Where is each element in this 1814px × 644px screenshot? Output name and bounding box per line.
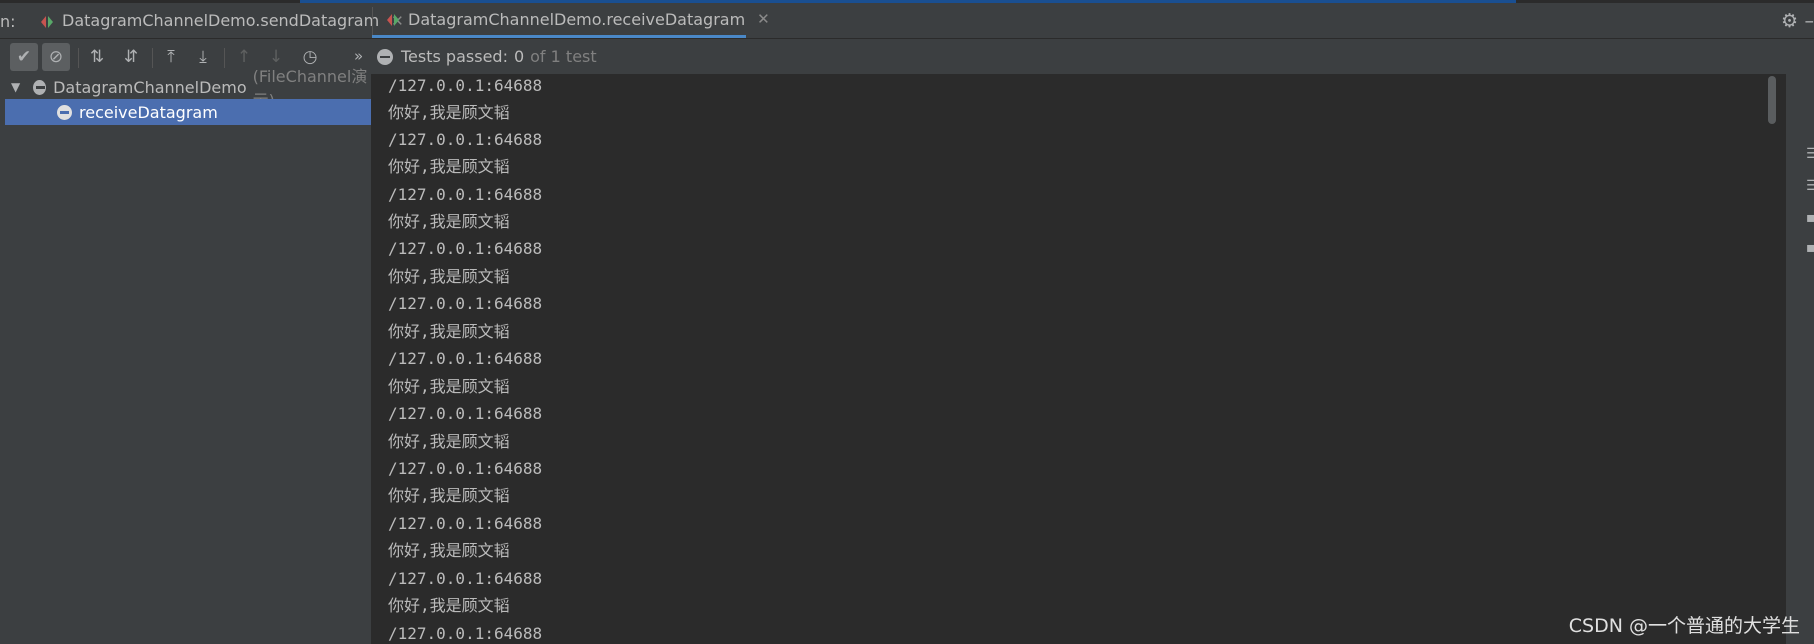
collapse-all-icon[interactable]: ⤓ [189, 43, 217, 71]
soft-wrap-icon[interactable]: ☰ [1806, 146, 1814, 162]
console-line: /127.0.0.1:64688 [388, 76, 543, 95]
tree-item-receive-datagram[interactable]: receiveDatagram [5, 99, 371, 125]
console-line: /127.0.0.1:64688 [388, 294, 543, 313]
show-passed-icon[interactable]: ✔ [10, 43, 38, 71]
console-line: /127.0.0.1:64688 [388, 624, 543, 643]
console-line: /127.0.0.1:64688 [388, 459, 543, 478]
tree-root-name: DatagramChannelDemo [53, 77, 247, 97]
console-line: 你好,我是顾文韬 [388, 103, 510, 122]
test-tree-panel: ▼ DatagramChannelDemo (FileChannel演示) re… [0, 67, 372, 644]
tree-item-root[interactable]: ▼ DatagramChannelDemo (FileChannel演示) [0, 67, 371, 110]
tab-receive-datagram[interactable]: DatagramChannelDemo.receiveDatagram ✕ [372, 3, 770, 38]
run-label: n: [0, 12, 16, 31]
console-line: 你好,我是顾文韬 [388, 486, 510, 505]
watermark: CSDN @一个普通的大学生 [1568, 615, 1800, 637]
run-config-icon [386, 12, 400, 26]
console-line: /127.0.0.1:64688 [388, 569, 543, 588]
console-line: 你好,我是顾文韬 [388, 322, 510, 341]
run-config-icon [40, 14, 54, 28]
run-tab-bar: n: DatagramChannelDemo.sendDatagram ✕ Da… [0, 3, 1814, 39]
test-ignored-icon [57, 104, 72, 120]
console-line: 你好,我是顾文韬 [388, 596, 510, 615]
show-ignored-icon[interactable]: ⊘ [42, 43, 70, 71]
console-line: 你好,我是顾文韬 [388, 267, 510, 286]
tab-receive-label: DatagramChannelDemo.receiveDatagram [408, 9, 746, 29]
console-line: 你好,我是顾文韬 [388, 377, 510, 396]
console-side-toolbar: ☰ ☰ ▪ ▪ [1786, 74, 1814, 644]
console-output[interactable]: /127.0.0.1:64688 你好,我是顾文韬 /127.0.0.1:646… [372, 74, 1786, 644]
console-line: 你好,我是顾文韬 [388, 212, 510, 231]
status-total: of 1 test [530, 47, 597, 66]
toolbar-separator [224, 48, 225, 68]
console-line: /127.0.0.1:64688 [388, 130, 543, 149]
chevron-down-icon[interactable]: ▼ [11, 80, 23, 94]
expand-all-icon[interactable]: ⤒ [157, 43, 185, 71]
tab-send-datagram[interactable]: DatagramChannelDemo.sendDatagram ✕ [26, 3, 404, 38]
scroll-to-end-icon[interactable]: ☰ [1806, 178, 1814, 194]
sort-alpha-icon[interactable]: ⇅ [83, 43, 111, 71]
tree-child-name: receiveDatagram [79, 102, 218, 122]
close-icon[interactable]: ✕ [757, 10, 770, 28]
console-line: /127.0.0.1:64688 [388, 185, 543, 204]
clear-all-icon[interactable]: ▪ [1806, 240, 1814, 256]
console-line: /127.0.0.1:64688 [388, 239, 543, 258]
sort-duration-icon[interactable]: ⇵ [117, 43, 145, 71]
tab-send-label: DatagramChannelDemo.sendDatagram [62, 11, 380, 30]
console-line: /127.0.0.1:64688 [388, 404, 543, 423]
test-status-bar: Tests passed: 0 of 1 test [372, 39, 1814, 74]
test-ignored-icon [33, 79, 47, 95]
ignored-status-icon [377, 48, 393, 65]
console-line: /127.0.0.1:64688 [388, 514, 543, 533]
console-line: /127.0.0.1:64688 [388, 349, 543, 368]
minimize-icon[interactable]: – [1805, 10, 1814, 32]
gear-icon[interactable]: ⚙ [1781, 10, 1798, 32]
console-line: 你好,我是顾文韬 [388, 541, 510, 560]
print-icon[interactable]: ▪ [1806, 210, 1814, 226]
status-label: Tests passed: [401, 47, 508, 66]
toolbar-separator [78, 48, 79, 68]
console-scrollbar[interactable] [1768, 76, 1776, 124]
toolbar-separator [152, 48, 153, 68]
status-count: 0 [513, 47, 525, 66]
console-line: 你好,我是顾文韬 [388, 432, 510, 451]
console-line: 你好,我是顾文韬 [388, 157, 510, 176]
